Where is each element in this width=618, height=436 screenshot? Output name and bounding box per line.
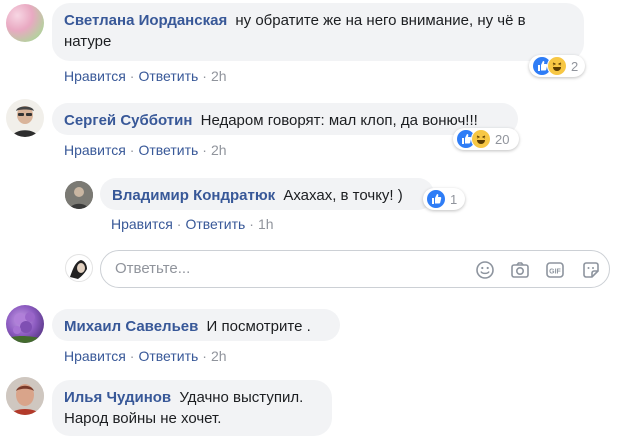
like-link[interactable]: Нравится bbox=[64, 68, 126, 84]
svg-text:GIF: GIF bbox=[549, 269, 561, 276]
like-link[interactable]: Нравится bbox=[64, 142, 126, 158]
comment-actions: Нравится · Ответить · 2h bbox=[64, 142, 227, 158]
reply-input[interactable]: Ответьте... GIF bbox=[100, 250, 610, 288]
like-icon bbox=[426, 189, 446, 209]
gif-icon[interactable]: GIF bbox=[545, 260, 565, 280]
reaction-count: 2 bbox=[571, 58, 579, 74]
comment-bubble: Михаил Савельев И посмотрите . bbox=[52, 309, 340, 341]
haha-icon bbox=[547, 56, 567, 76]
emoji-icon[interactable] bbox=[475, 260, 495, 280]
comment-author[interactable]: Михаил Савельев bbox=[64, 318, 198, 335]
haha-icon bbox=[471, 129, 491, 149]
avatar[interactable] bbox=[6, 305, 44, 343]
comment-actions: Нравится · Ответить · 2h bbox=[64, 68, 227, 84]
sticker-icon[interactable] bbox=[581, 260, 601, 280]
avatar bbox=[65, 254, 93, 282]
comment-text: Недаром говорят: мал клоп, да вонюч!!! bbox=[200, 112, 478, 129]
comment-author[interactable]: Сергей Субботин bbox=[64, 112, 192, 129]
reply-link[interactable]: Ответить bbox=[138, 348, 198, 364]
reaction-count: 1 bbox=[450, 191, 458, 207]
comment-bubble: Светлана Иорданская ну обратите же на не… bbox=[52, 3, 584, 61]
like-link[interactable]: Нравится bbox=[64, 348, 126, 364]
comment-time[interactable]: 1h bbox=[258, 216, 274, 232]
comment-actions: Нравится · Ответить · 1h bbox=[111, 216, 274, 232]
camera-icon[interactable] bbox=[510, 260, 530, 280]
avatar[interactable] bbox=[6, 99, 44, 137]
comment-text: ну обратите же на него внимание, ну чё в bbox=[235, 12, 526, 29]
comment-time[interactable]: 2h bbox=[211, 142, 227, 158]
comment-bubble: Владимир Кондратюк Ахахах, в точку! ) bbox=[100, 178, 434, 210]
comment-author[interactable]: Владимир Кондратюк bbox=[112, 187, 275, 204]
reply-link[interactable]: Ответить bbox=[138, 68, 198, 84]
avatar[interactable] bbox=[6, 377, 44, 415]
comment-time[interactable]: 2h bbox=[211, 68, 227, 84]
comment-text: Удачно выступил. bbox=[179, 389, 304, 406]
comment-time[interactable]: 2h bbox=[211, 348, 227, 364]
reply-placeholder: Ответьте... bbox=[115, 260, 191, 277]
reaction-summary[interactable]: 1 bbox=[423, 188, 465, 210]
comment-bubble: Илья Чудинов Удачно выступил. Народ войн… bbox=[52, 380, 332, 436]
comment-text: И посмотрите . bbox=[206, 318, 311, 335]
comment-text-line2: натуре bbox=[64, 33, 112, 50]
reaction-summary[interactable]: 2 bbox=[529, 55, 585, 77]
reply-link[interactable]: Ответить bbox=[138, 142, 198, 158]
reaction-count: 20 bbox=[495, 131, 510, 147]
avatar[interactable] bbox=[6, 4, 44, 42]
comment-bubble: Сергей Субботин Недаром говорят: мал кло… bbox=[52, 103, 518, 135]
avatar[interactable] bbox=[65, 181, 93, 209]
comment-actions: Нравится · Ответить · 2h bbox=[64, 348, 227, 364]
comment-text-line2: Народ войны не хочет. bbox=[64, 410, 222, 427]
reply-link[interactable]: Ответить bbox=[185, 216, 245, 232]
comment-author[interactable]: Светлана Иорданская bbox=[64, 12, 227, 29]
reaction-summary[interactable]: 20 bbox=[453, 128, 519, 150]
comment-text: Ахахах, в точку! ) bbox=[283, 187, 403, 204]
like-link[interactable]: Нравится bbox=[111, 216, 173, 232]
comment-author[interactable]: Илья Чудинов bbox=[64, 389, 171, 406]
